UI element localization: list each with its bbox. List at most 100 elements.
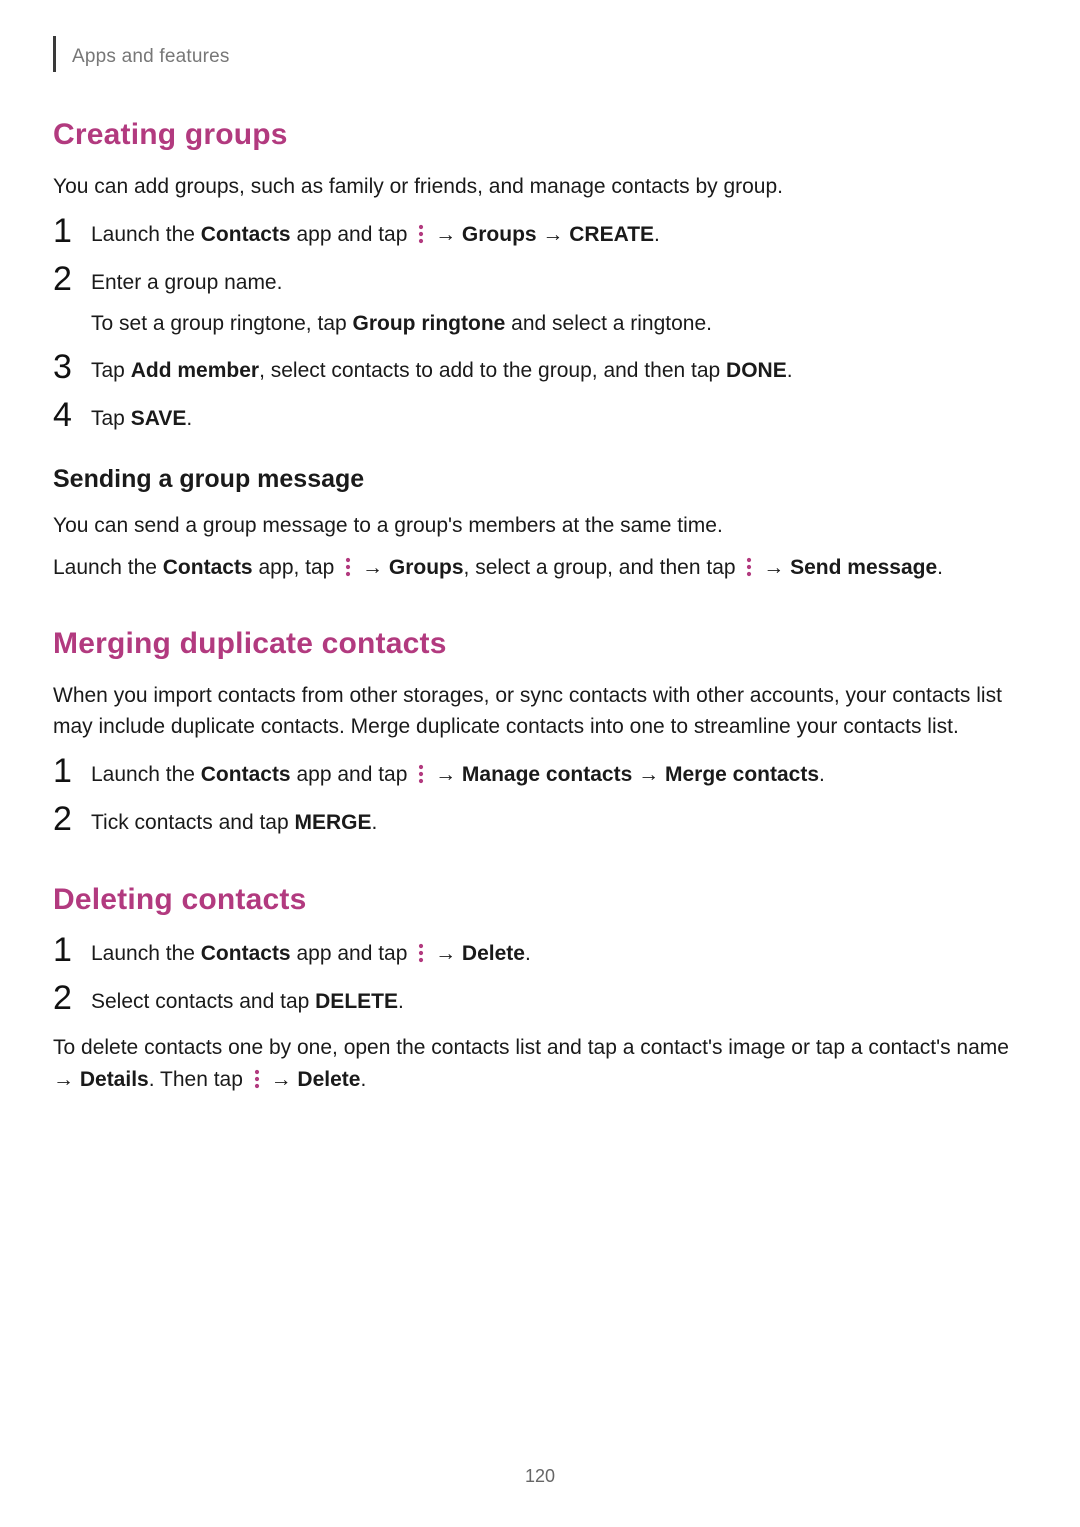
intro-text: You can add groups, such as family or fr… [53, 172, 1015, 202]
text-bold: Merge contacts [665, 763, 819, 786]
text-bold: Delete [297, 1068, 360, 1091]
step-number: 2 [53, 802, 87, 836]
text-run: Tick contacts and tap [91, 811, 295, 834]
step-number: 2 [53, 262, 87, 296]
step-text: Tap SAVE. [91, 402, 192, 436]
text-bold: Groups [462, 223, 537, 246]
more-options-icon [743, 557, 755, 577]
more-options-icon [415, 943, 427, 963]
text-bold: DONE [726, 359, 787, 382]
arrow-glyph: → [757, 556, 790, 579]
text-run: Tap [91, 407, 131, 430]
page-header: Apps and features [53, 42, 1015, 72]
text-run: Select contacts and tap [91, 990, 315, 1013]
text-run: app and tap [291, 223, 414, 246]
step-text: Tick contacts and tap MERGE. [91, 806, 377, 840]
arrow-glyph: → [429, 223, 462, 246]
text-bold: DELETE [315, 990, 398, 1013]
step-subtext: To set a group ringtone, tap Group ringt… [91, 308, 712, 341]
step-number: 4 [53, 398, 87, 432]
text-run: . [787, 359, 793, 382]
text-run: , select contacts to add to the group, a… [259, 359, 726, 382]
step-number: 3 [53, 350, 87, 384]
text-run: Enter a group name. [91, 271, 282, 294]
text-run: . [360, 1068, 366, 1091]
text-bold: CREATE [569, 223, 654, 246]
text-run: . [654, 223, 660, 246]
paragraph: To delete contacts one by one, open the … [53, 1032, 1015, 1095]
text-run: , select a group, and then tap [464, 556, 742, 579]
list-item: 2 Enter a group name. To set a group rin… [53, 266, 1015, 340]
arrow-glyph: → [429, 942, 462, 965]
list-item: 1 Launch the Contacts app and tap → Dele… [53, 937, 1015, 971]
arrow-glyph: → [429, 763, 462, 786]
text-bold: Delete [462, 942, 525, 965]
text-bold: Details [80, 1068, 149, 1091]
arrow-glyph: → [632, 763, 665, 786]
text-bold: Contacts [201, 942, 291, 965]
text-bold: SAVE [131, 407, 187, 430]
subheading-sending-group-message: Sending a group message [53, 465, 1015, 494]
step-number: 1 [53, 933, 87, 967]
text-bold: Group ringtone [353, 312, 506, 335]
text-run: . [819, 763, 825, 786]
header-accent-bar [53, 36, 56, 72]
text-run: . [525, 942, 531, 965]
text-bold: MERGE [295, 811, 372, 834]
list-item: 3 Tap Add member, select contacts to add… [53, 354, 1015, 388]
steps-merging: 1 Launch the Contacts app and tap → Mana… [53, 758, 1015, 839]
text-run: and select a ringtone. [505, 312, 712, 335]
arrow-glyph: → [356, 556, 389, 579]
text-run: Launch the [91, 763, 201, 786]
text-bold: Contacts [201, 763, 291, 786]
page-number: 120 [0, 1466, 1080, 1487]
section-title-deleting: Deleting contacts [53, 883, 1015, 917]
arrow-glyph: → [265, 1068, 298, 1091]
text-run: To set a group ringtone, tap [91, 312, 353, 335]
list-item: 4 Tap SAVE. [53, 402, 1015, 436]
paragraph: Launch the Contacts app, tap → Groups, s… [53, 552, 1015, 584]
step-number: 1 [53, 214, 87, 248]
text-run: app and tap [291, 942, 414, 965]
list-item: 1 Launch the Contacts app and tap → Grou… [53, 218, 1015, 252]
text-run: app, tap [253, 556, 341, 579]
step-text: Launch the Contacts app and tap → Manage… [91, 758, 825, 792]
step-text: Launch the Contacts app and tap → Delete… [91, 937, 531, 971]
more-options-icon [342, 557, 354, 577]
text-run: . [937, 556, 943, 579]
list-item: 2 Tick contacts and tap MERGE. [53, 806, 1015, 840]
list-item: 2 Select contacts and tap DELETE. [53, 985, 1015, 1019]
text-run: app and tap [291, 763, 414, 786]
step-text: Launch the Contacts app and tap → Groups… [91, 218, 660, 252]
step-text: Select contacts and tap DELETE. [91, 985, 404, 1019]
section-title-creating-groups: Creating groups [53, 118, 1015, 152]
text-run: Launch the [53, 556, 163, 579]
intro-text: When you import contacts from other stor… [53, 681, 1015, 742]
step-text: Enter a group name. To set a group ringt… [91, 266, 712, 340]
text-run: . [398, 990, 404, 1013]
text-run: Launch the [91, 223, 201, 246]
text-bold: Add member [131, 359, 259, 382]
text-run: Launch the [91, 942, 201, 965]
text-bold: Send message [790, 556, 937, 579]
section-title-merging: Merging duplicate contacts [53, 627, 1015, 661]
text-bold: Manage contacts [462, 763, 632, 786]
more-options-icon [415, 224, 427, 244]
text-bold: Contacts [163, 556, 253, 579]
text-run: . [186, 407, 192, 430]
arrow-glyph: → [537, 223, 570, 246]
document-page: Apps and features Creating groups You ca… [0, 0, 1080, 1527]
text-run: . [372, 811, 378, 834]
breadcrumb: Apps and features [72, 46, 230, 68]
more-options-icon [251, 1069, 263, 1089]
step-number: 2 [53, 981, 87, 1015]
list-item: 1 Launch the Contacts app and tap → Mana… [53, 758, 1015, 792]
step-text: Tap Add member, select contacts to add t… [91, 354, 793, 388]
paragraph: You can send a group message to a group'… [53, 510, 1015, 542]
text-run: Tap [91, 359, 131, 382]
step-number: 1 [53, 754, 87, 788]
text-bold: Groups [389, 556, 464, 579]
steps-creating-groups: 1 Launch the Contacts app and tap → Grou… [53, 218, 1015, 435]
steps-deleting: 1 Launch the Contacts app and tap → Dele… [53, 937, 1015, 1018]
more-options-icon [415, 764, 427, 784]
